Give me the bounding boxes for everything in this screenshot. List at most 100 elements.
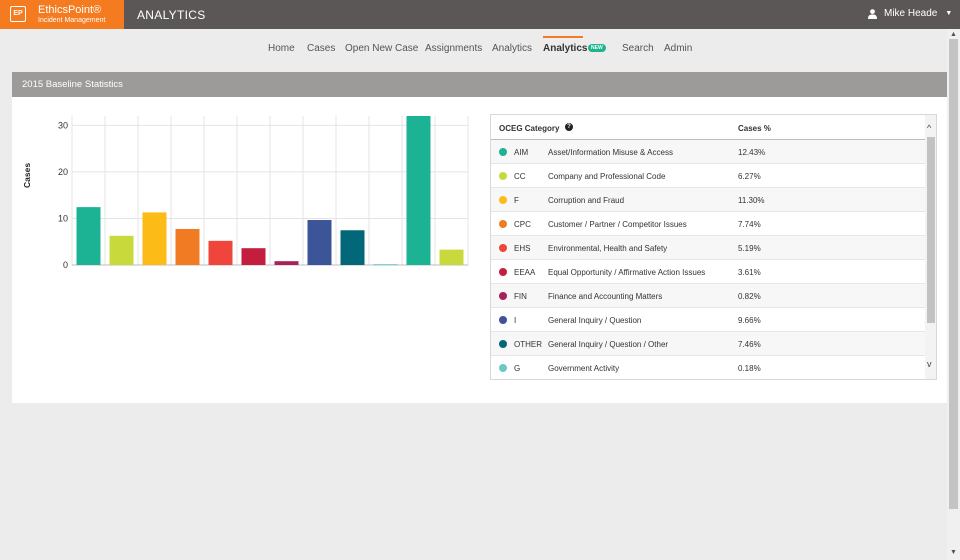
y-axis-label: Cases bbox=[22, 162, 32, 188]
chart-bar[interactable] bbox=[406, 116, 431, 265]
category-color-dot bbox=[499, 244, 507, 252]
category-color-dot bbox=[499, 292, 507, 300]
cases-bar-chart: 0 10 20 30 Cases bbox=[18, 108, 478, 278]
cases-percent: 7.46% bbox=[738, 340, 761, 349]
table-row[interactable]: EEAA Equal Opportunity / Affirmative Acti… bbox=[491, 260, 925, 284]
nav-open-new-case[interactable]: Open New Case bbox=[345, 43, 418, 54]
category-name: Environmental, Health and Safety bbox=[548, 244, 668, 253]
table-row[interactable]: CPC Customer / Partner / Competitor Issue… bbox=[491, 212, 925, 236]
panel-title: 2015 Baseline Statistics bbox=[12, 72, 947, 97]
table-row[interactable]: OTHER General Inquiry / Question / Other 7… bbox=[491, 332, 925, 356]
y-tick-label: 20 bbox=[58, 167, 68, 177]
header-oceg-category[interactable]: OCEG Category bbox=[499, 124, 559, 133]
table-scrollbar[interactable]: ^ v bbox=[925, 115, 936, 379]
category-code: CPC bbox=[514, 220, 531, 229]
category-color-dot bbox=[499, 268, 507, 276]
category-code: FIN bbox=[514, 292, 527, 301]
active-tab-indicator bbox=[543, 36, 583, 38]
category-name: Customer / Partner / Competitor Issues bbox=[548, 220, 687, 229]
category-color-dot bbox=[499, 148, 507, 156]
chart-bar[interactable] bbox=[109, 235, 134, 265]
cases-percent: 6.27% bbox=[738, 172, 761, 181]
category-code: F bbox=[514, 196, 519, 205]
table-row[interactable]: AIM Asset/Information Misuse & Access 12.4… bbox=[491, 140, 925, 164]
chart-bar[interactable] bbox=[439, 249, 464, 265]
brand-name: EthicsPoint® bbox=[38, 4, 102, 16]
cases-percent: 9.66% bbox=[738, 316, 761, 325]
category-color-dot bbox=[499, 172, 507, 180]
category-color-dot bbox=[499, 316, 507, 324]
chart-bar[interactable] bbox=[241, 248, 266, 265]
chevron-down-icon: ▼ bbox=[945, 10, 953, 17]
table-row[interactable]: G Government Activity 0.18% bbox=[491, 356, 925, 379]
chart-canvas: 0 10 20 30 bbox=[58, 116, 469, 270]
scroll-down-icon[interactable]: v bbox=[927, 359, 932, 369]
category-code: AIM bbox=[514, 148, 529, 157]
table-row[interactable]: EHS Environmental, Health and Safety 5.19% bbox=[491, 236, 925, 260]
chart-bar[interactable] bbox=[76, 207, 101, 265]
y-tick-label: 10 bbox=[58, 213, 68, 223]
cases-percent: 0.18% bbox=[738, 364, 761, 373]
oceg-category-table: OCEG Category ? Cases % AIM Asset/Informa… bbox=[490, 114, 937, 380]
category-color-dot bbox=[499, 196, 507, 204]
app-title: ANALYTICS bbox=[137, 8, 206, 22]
category-code: CC bbox=[514, 172, 526, 181]
nav-cases[interactable]: Cases bbox=[307, 43, 335, 54]
user-name: Mike Heade bbox=[884, 8, 938, 19]
page-scrollbar-thumb[interactable] bbox=[949, 39, 958, 509]
table-header: OCEG Category ? Cases % bbox=[491, 115, 925, 140]
nav-admin[interactable]: Admin bbox=[664, 43, 692, 54]
chart-bar[interactable] bbox=[142, 212, 167, 265]
category-name: Asset/Information Misuse & Access bbox=[548, 148, 673, 157]
help-icon[interactable]: ? bbox=[565, 123, 573, 131]
category-code: G bbox=[514, 364, 521, 373]
y-tick-label: 30 bbox=[58, 120, 68, 130]
chart-bar[interactable] bbox=[274, 261, 299, 265]
brand-subtitle: Incident Management bbox=[38, 17, 106, 24]
user-icon bbox=[868, 8, 877, 19]
table-row[interactable]: I General Inquiry / Question 9.66% bbox=[491, 308, 925, 332]
category-name: Equal Opportunity / Affirmative Action I… bbox=[548, 268, 706, 277]
page-scroll-down-icon[interactable]: ▼ bbox=[950, 549, 957, 556]
table-row[interactable]: F Corruption and Fraud 11.30% bbox=[491, 188, 925, 212]
category-color-dot bbox=[499, 340, 507, 348]
category-code: EHS bbox=[514, 244, 531, 253]
table-row[interactable]: FIN Finance and Accounting Matters 0.82% bbox=[491, 284, 925, 308]
nav-assignments[interactable]: Assignments bbox=[425, 43, 482, 54]
category-code: OTHER bbox=[514, 340, 542, 349]
brand-logo[interactable]: EP EthicsPoint® Incident Management bbox=[0, 0, 124, 29]
nav-analytics[interactable]: Analytics bbox=[492, 43, 532, 54]
y-tick-label: 0 bbox=[63, 260, 68, 270]
category-code: EEAA bbox=[514, 268, 536, 277]
chart-bar[interactable] bbox=[175, 228, 200, 265]
chart-bar[interactable] bbox=[340, 230, 365, 265]
cases-percent: 5.19% bbox=[738, 244, 761, 253]
category-name: Finance and Accounting Matters bbox=[548, 292, 663, 301]
category-code: I bbox=[514, 316, 517, 325]
top-bar: EP EthicsPoint® Incident Management ANAL… bbox=[0, 0, 960, 29]
chart-bar[interactable] bbox=[208, 240, 233, 265]
main-nav: Home Cases Open New Case Assignments Ana… bbox=[0, 29, 947, 71]
category-name: Government Activity bbox=[548, 364, 620, 373]
chart-bar[interactable] bbox=[307, 220, 332, 265]
nav-home[interactable]: Home bbox=[268, 43, 295, 54]
user-menu[interactable]: Mike Heade ▼ bbox=[868, 8, 952, 19]
cases-percent: 12.43% bbox=[738, 148, 766, 157]
scrollbar-thumb[interactable] bbox=[927, 137, 935, 323]
page-scrollbar[interactable]: ▲ ▼ bbox=[947, 29, 960, 560]
ep-logo-icon: EP bbox=[10, 6, 26, 22]
cases-percent: 7.74% bbox=[738, 220, 761, 229]
table-row[interactable]: CC Company and Professional Code 6.27% bbox=[491, 164, 925, 188]
page-scroll-up-icon[interactable]: ▲ bbox=[950, 31, 957, 38]
category-name: Corruption and Fraud bbox=[548, 196, 625, 205]
cases-percent: 3.61% bbox=[738, 268, 761, 277]
cases-percent: 0.82% bbox=[738, 292, 761, 301]
nav-analytics-new[interactable]: Analytics bbox=[543, 43, 587, 54]
scroll-up-icon[interactable]: ^ bbox=[927, 123, 931, 133]
new-badge: NEW bbox=[588, 44, 606, 52]
category-color-dot bbox=[499, 364, 507, 372]
category-name: General Inquiry / Question bbox=[548, 316, 642, 325]
nav-search[interactable]: Search bbox=[622, 43, 654, 54]
header-cases-percent[interactable]: Cases % bbox=[738, 124, 771, 133]
chart-bar[interactable] bbox=[373, 264, 398, 266]
